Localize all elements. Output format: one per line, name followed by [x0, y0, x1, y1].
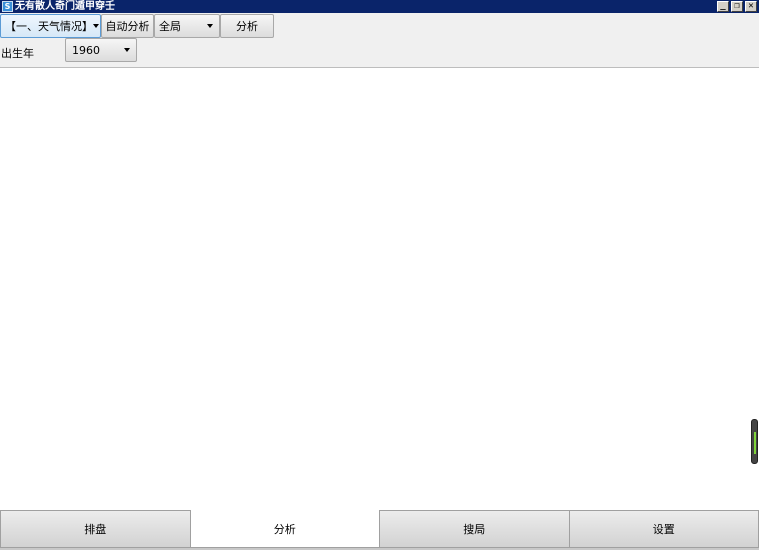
title-bar: S 无有散人奇门遁甲穿壬 _ ❐ ✕	[0, 0, 759, 13]
restore-button[interactable]: ❐	[731, 1, 743, 12]
scope-select[interactable]: 全局	[154, 14, 220, 38]
tab-analyze[interactable]: 分析	[189, 510, 379, 548]
window-controls: _ ❐ ✕	[717, 1, 757, 12]
analyze-button[interactable]: 分析	[220, 14, 274, 38]
topic-select-value: 【一、天气情况】	[5, 20, 93, 33]
close-button[interactable]: ✕	[745, 1, 757, 12]
tab-search[interactable]: 搜局	[379, 510, 569, 548]
auto-analyze-button[interactable]: 自动分析	[101, 14, 154, 38]
minimize-button[interactable]: _	[717, 1, 729, 12]
app-icon: S	[2, 1, 13, 12]
scroll-indicator-fill	[754, 432, 756, 454]
birth-year-label: 出生年	[1, 47, 34, 60]
birth-year-select[interactable]: 1960	[65, 38, 137, 62]
chevron-down-icon	[124, 48, 130, 52]
chevron-down-icon	[93, 24, 99, 28]
scroll-indicator[interactable]	[751, 419, 758, 464]
chevron-down-icon	[207, 24, 213, 28]
tab-settings[interactable]: 设置	[568, 510, 759, 548]
tab-paipan[interactable]: 排盘	[0, 510, 190, 548]
bottom-tab-bar: 排盘 分析 搜局 设置	[0, 510, 759, 548]
topic-select[interactable]: 【一、天气情况】	[0, 14, 101, 38]
birth-year-select-value: 1960	[72, 43, 100, 57]
scope-select-value: 全局	[159, 20, 181, 33]
toolbar-panel: 【一、天气情况】 自动分析 全局 分析 出生年 1960	[0, 13, 759, 68]
window-title: 无有散人奇门遁甲穿壬	[15, 1, 115, 12]
content-area	[0, 68, 759, 510]
